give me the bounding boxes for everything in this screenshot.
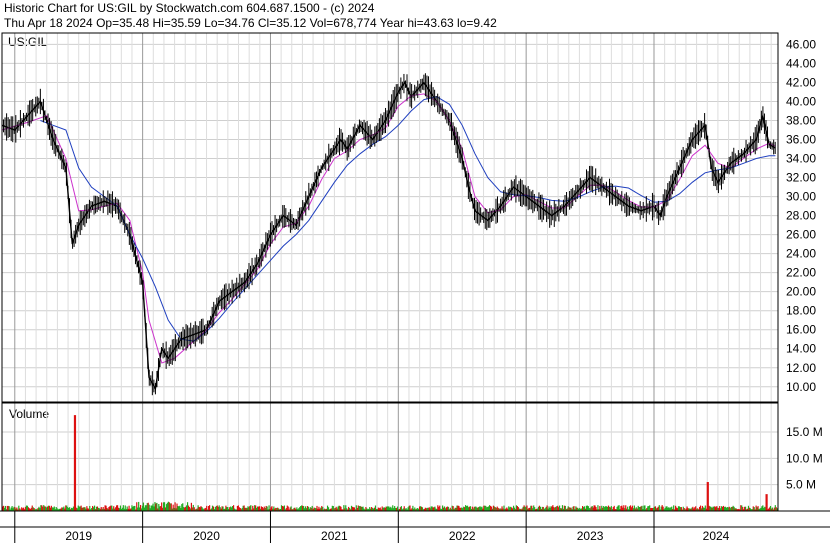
x-tick-label: 2021 [321, 529, 348, 543]
symbol-label: US:GIL [8, 35, 48, 49]
y-tick-label: 18.00 [786, 304, 816, 318]
y-tick-label: 16.00 [786, 323, 816, 337]
y-tick-label: 46.00 [786, 37, 816, 51]
volume-tick-label: 10.0 M [786, 451, 823, 465]
chart-header-quote: Thu Apr 18 2024 Op=35.48 Hi=35.59 Lo=34.… [4, 16, 497, 30]
x-tick-label: 2023 [577, 529, 604, 543]
x-tick-label: 2019 [65, 529, 92, 543]
y-tick-label: 42.00 [786, 75, 816, 89]
y-tick-label: 26.00 [786, 228, 816, 242]
y-tick-label: 10.00 [786, 380, 816, 394]
y-tick-label: 40.00 [786, 94, 816, 108]
y-tick-label: 32.00 [786, 171, 816, 185]
chart-background [0, 0, 830, 543]
chart-canvas: Historic Chart for US:GIL by Stockwatch.… [0, 0, 830, 543]
chart-header-title: Historic Chart for US:GIL by Stockwatch.… [4, 1, 375, 15]
y-tick-label: 28.00 [786, 209, 816, 223]
y-tick-label: 12.00 [786, 361, 816, 375]
y-tick-label: 38.00 [786, 113, 816, 127]
y-tick-label: 20.00 [786, 285, 816, 299]
stock-chart: Historic Chart for US:GIL by Stockwatch.… [0, 0, 830, 543]
volume-tick-label: 5.0 M [786, 478, 816, 492]
y-tick-label: 30.00 [786, 190, 816, 204]
y-tick-label: 34.00 [786, 152, 816, 166]
volume-spike-bar [73, 415, 77, 511]
volume-spike-bar [706, 482, 709, 511]
volume-spike-bar [765, 494, 768, 511]
y-tick-label: 24.00 [786, 247, 816, 261]
x-tick-label: 2022 [449, 529, 476, 543]
y-tick-label: 36.00 [786, 133, 816, 147]
y-tick-label: 22.00 [786, 266, 816, 280]
x-tick-label: 2024 [703, 529, 730, 543]
volume-tick-label: 15.0 M [786, 425, 823, 439]
y-tick-label: 14.00 [786, 342, 816, 356]
x-tick-label: 2020 [193, 529, 220, 543]
y-tick-label: 44.00 [786, 56, 816, 70]
